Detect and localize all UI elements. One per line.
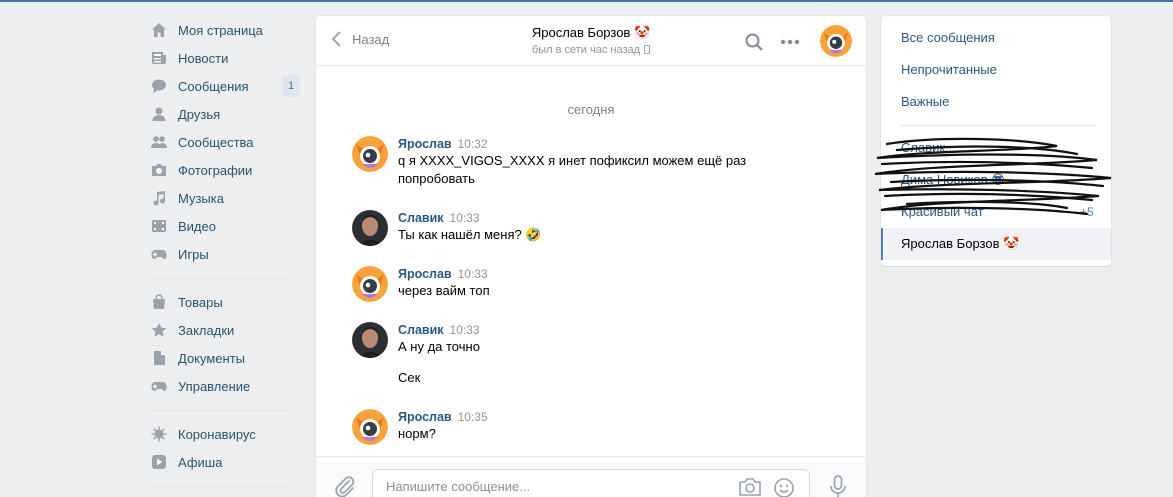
attach-icon[interactable] [334, 475, 356, 497]
chat-panel: Назад Ярослав Борзов 🤡 был в сети час на… [316, 16, 866, 497]
filters-divider [901, 125, 1095, 126]
nav-documents[interactable]: Документы [150, 344, 300, 372]
avatar[interactable] [352, 266, 388, 302]
message-time: 10:33 [449, 323, 480, 337]
message-meta: Славик 10:33 [398, 322, 778, 337]
avatar[interactable] [820, 25, 852, 57]
camera-icon [150, 161, 168, 179]
nav-video[interactable]: Видео [150, 212, 300, 240]
avatar[interactable] [352, 136, 388, 172]
document-icon [150, 349, 168, 367]
messages-icon [150, 77, 168, 95]
message-body: Славик 10:33 Ты как нашёл меня? 🤣 [398, 210, 778, 244]
nav-my-page[interactable]: Моя страница [150, 16, 300, 44]
filter-unread[interactable]: Непрочитанные [901, 62, 997, 77]
messages-count-badge: 1 [282, 75, 300, 97]
top-accent-line [0, 0, 1173, 2]
chat-list-item[interactable]: Красивый чат [901, 204, 984, 219]
nav-divider [150, 486, 293, 487]
message-author[interactable]: Славик [398, 211, 444, 225]
video-icon [150, 217, 168, 235]
message-time: 10:35 [457, 410, 488, 424]
bag-icon [150, 293, 168, 311]
nav-games[interactable]: Игры [150, 240, 300, 268]
nav-divider [150, 278, 293, 279]
emoji-icon[interactable] [773, 477, 795, 497]
music-icon [150, 189, 168, 207]
message-author[interactable]: Ярослав [398, 137, 452, 151]
nav-afisha[interactable]: Афиша [150, 448, 300, 476]
message-composer [316, 456, 866, 497]
message-text: А ну да точно [398, 339, 480, 354]
day-separator: сегодня [567, 102, 615, 117]
message-text: норм? [398, 426, 436, 441]
nav-friends[interactable]: Друзья [150, 100, 300, 128]
star-icon [150, 321, 168, 339]
message-body: Ярослав 10:32 q я XXXX_VIGOS_XXXX я инет … [398, 136, 778, 188]
more-icon[interactable] [778, 32, 802, 52]
virus-icon [150, 425, 168, 443]
nav-music[interactable]: Музыка [150, 184, 300, 212]
message-time: 10:32 [457, 137, 488, 151]
message-text: через вайм топ [398, 283, 490, 298]
unread-count-badge: +5 [1080, 205, 1094, 219]
search-icon[interactable] [744, 32, 764, 52]
avatar[interactable] [352, 409, 388, 445]
message-text: Сек [398, 370, 421, 385]
message-text: q я XXXX_VIGOS_XXXX я инет пофиксил може… [398, 153, 747, 186]
nav-messages[interactable]: Сообщения 1 [150, 72, 300, 100]
nav-coronavirus[interactable]: Коронавирус [150, 420, 300, 448]
filter-important[interactable]: Важные [901, 94, 949, 109]
nav-photos[interactable]: Фотографии [150, 156, 300, 184]
play-icon [150, 453, 168, 471]
nav-management[interactable]: Управление [150, 372, 300, 400]
message-author[interactable]: Ярослав [398, 267, 452, 281]
left-navigation: Моя страница Новости Сообщения 1 Друзья … [150, 16, 300, 496]
fox-avatar-icon [352, 136, 388, 172]
avatar[interactable] [352, 322, 388, 358]
message-body: Славик 10:33 А ну да точно Сек [398, 322, 778, 387]
chat-list-item[interactable]: Славик... [901, 140, 956, 155]
message-meta: Славик 10:33 [398, 210, 778, 225]
chat-list-item[interactable]: Дима Новиков 😎 [901, 172, 1005, 188]
message-meta: Ярослав 10:35 [398, 409, 778, 424]
fox-avatar-icon [352, 409, 388, 445]
message-meta: Ярослав 10:33 [398, 266, 778, 281]
message-text: Ты как нашёл меня? 🤣 [398, 227, 542, 242]
filter-all-messages[interactable]: Все сообщения [901, 30, 995, 45]
friend-icon [150, 105, 168, 123]
fox-avatar-icon [820, 25, 852, 57]
chat-header: Назад Ярослав Борзов 🤡 был в сети час на… [316, 16, 866, 66]
groups-icon [150, 133, 168, 151]
message-author[interactable]: Славик [398, 323, 444, 337]
nav-bookmarks[interactable]: Закладки [150, 316, 300, 344]
message-filters-panel: Все сообщения Непрочитанные Важные Слави… [874, 16, 1112, 266]
nav-groups[interactable]: Сообщества [150, 128, 300, 156]
mobile-icon [644, 45, 651, 54]
gamepad-icon [150, 377, 168, 395]
microphone-icon[interactable] [828, 475, 848, 497]
message-body: Ярослав 10:35 норм? [398, 409, 778, 443]
user-photo-icon [352, 210, 388, 246]
chat-list-item-active[interactable]: Ярослав Борзов 🤡 [881, 228, 1111, 260]
nav-goods[interactable]: Товары [150, 288, 300, 316]
user-photo-icon [352, 322, 388, 358]
fox-avatar-icon [352, 266, 388, 302]
message-time: 10:33 [457, 267, 488, 281]
nav-divider [150, 410, 293, 411]
camera-icon[interactable] [738, 477, 762, 497]
message-meta: Ярослав 10:32 [398, 136, 778, 151]
home-icon [150, 21, 168, 39]
news-icon [150, 49, 168, 67]
nav-news[interactable]: Новости [150, 44, 300, 72]
message-author[interactable]: Ярослав [398, 410, 452, 424]
message-body: Ярослав 10:33 через вайм топ [398, 266, 778, 300]
message-time: 10:33 [449, 211, 480, 225]
gamepad-icon [150, 245, 168, 263]
avatar[interactable] [352, 210, 388, 246]
